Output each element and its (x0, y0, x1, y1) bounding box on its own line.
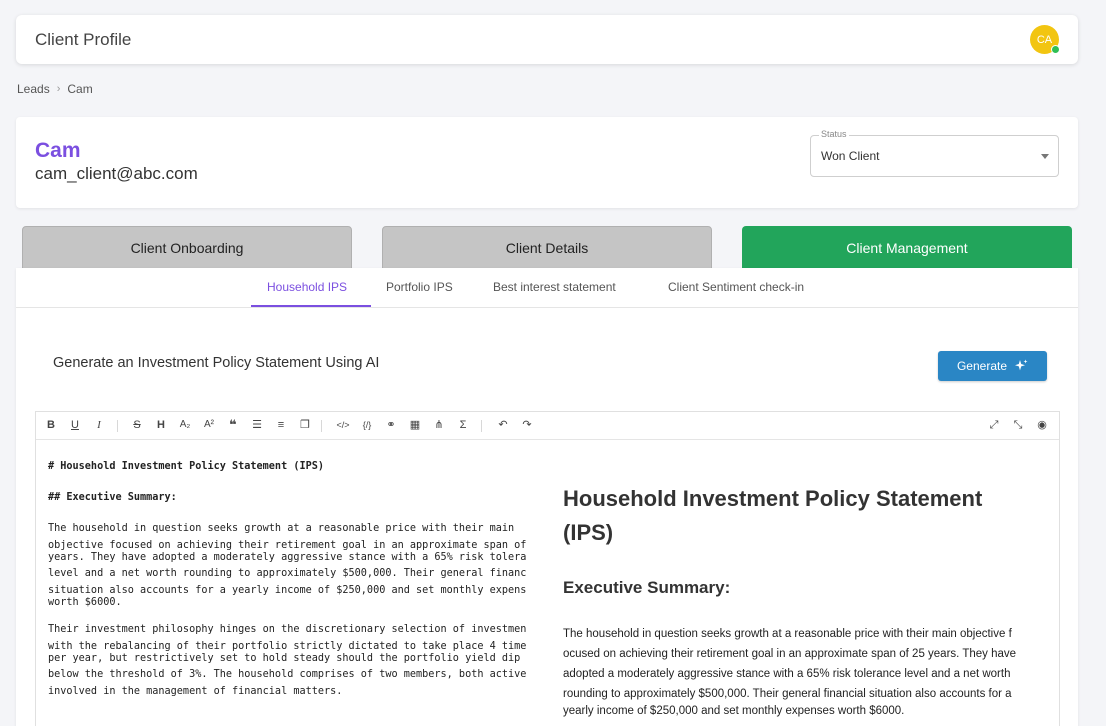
generate-heading: Generate an Investment Policy Statement … (53, 355, 380, 371)
toolbar-divider (481, 420, 482, 432)
md-line: Their investment philosophy hinges on th… (48, 624, 527, 635)
undo-icon[interactable]: ↶ (495, 418, 511, 432)
table-icon[interactable]: ▦ (407, 418, 423, 432)
md-line: years. They have adopted a moderately ag… (48, 552, 527, 563)
md-line: below the threshold of 3%. The household… (48, 669, 527, 680)
md-h1: # Household Investment Policy Statement … (48, 461, 325, 472)
code-block-icon[interactable]: {/} (359, 418, 375, 432)
superscript-icon[interactable]: A² (201, 418, 217, 432)
mermaid-icon[interactable]: ⋔ (431, 418, 447, 432)
md-paragraph-2: Their investment philosophy hinges on th… (48, 623, 548, 697)
breadcrumb-leads[interactable]: Leads (17, 82, 50, 96)
tab-portfolio-ips[interactable]: Portfolio IPS (386, 280, 453, 294)
preview-line: adopted a moderately aggressive stance w… (563, 668, 1011, 680)
step-client-details[interactable]: Client Details (382, 226, 712, 269)
editor-toolbar: B U I S H A₂ A² ❝ ☰ ≡ ❐ </> {/} ⚭ ▦ ⋔ Σ … (36, 412, 1059, 440)
md-paragraph-1: The household in question seeks growth a… (48, 522, 548, 608)
markdown-source[interactable]: # Household Investment Policy Statement … (48, 460, 548, 697)
md-line: level and a net worth rounding to approx… (48, 568, 527, 579)
tab-client-sentiment-check-in[interactable]: Client Sentiment check-in (668, 280, 804, 294)
formula-icon[interactable]: Σ (455, 418, 471, 432)
code-icon[interactable]: </> (335, 418, 351, 432)
preview-icon[interactable]: ◉ (1034, 418, 1050, 432)
tab-household-ips[interactable]: Household IPS (267, 280, 347, 294)
fit-screen-icon[interactable]: ⤡ (1010, 418, 1026, 432)
preview-line: The household in question seeks growth a… (563, 628, 1012, 640)
generate-button-label: Generate (956, 359, 1008, 373)
preview-line: ocused on achieving their retirement goa… (563, 648, 1017, 660)
markdown-editor[interactable]: B U I S H A₂ A² ❝ ☰ ≡ ❐ </> {/} ⚭ ▦ ⋔ Σ … (35, 411, 1060, 726)
avatar[interactable]: CA (1030, 25, 1060, 54)
numbered-list-icon[interactable]: ≡ (273, 418, 289, 432)
client-card: Cam cam_client@abc.com Status Won Client (16, 117, 1078, 208)
md-line: worth $6000. (48, 597, 122, 608)
preview-line: yearly income of $250,000 and set monthl… (563, 705, 905, 717)
italic-icon[interactable]: I (91, 418, 107, 432)
md-h2: ## Executive Summary: (48, 492, 177, 503)
toolbar-divider (117, 420, 118, 432)
online-status-dot (1051, 45, 1060, 54)
tab-best-interest-statement[interactable]: Best interest statement (493, 280, 616, 294)
strikethrough-icon[interactable]: S (129, 418, 145, 432)
preview-line: rounding to approximately $500,000. Thei… (563, 688, 1012, 700)
management-panel: Household IPS Portfolio IPS Best interes… (16, 268, 1078, 726)
breadcrumb-cam: Cam (67, 82, 93, 96)
underline-icon[interactable]: U (67, 418, 83, 432)
client-email: cam_client@abc.com (35, 164, 198, 183)
redo-icon[interactable]: ↷ (519, 418, 535, 432)
toolbar-divider (321, 420, 322, 432)
caret-down-icon (1041, 154, 1049, 159)
status-label: Status (819, 129, 849, 139)
md-line: situation also accounts for a yearly inc… (48, 585, 527, 596)
md-line: objective focused on achieving their ret… (48, 540, 527, 551)
step-client-management[interactable]: Client Management (742, 226, 1072, 269)
bold-icon[interactable]: B (43, 418, 59, 432)
markdown-preview: Household Investment Policy Statement (I… (563, 482, 1038, 718)
md-line: The household in question seeks growth a… (48, 523, 515, 534)
subscript-icon[interactable]: A₂ (177, 418, 193, 432)
quote-icon[interactable]: ❝ (225, 418, 241, 432)
status-value: Won Client (821, 149, 880, 163)
heading-icon[interactable]: H (153, 418, 169, 432)
md-line: involved in the management of financial … (48, 686, 343, 697)
link-icon[interactable]: ⚭ (383, 418, 399, 432)
status-select[interactable]: Status Won Client (810, 129, 1059, 177)
preview-h1: Household Investment Policy Statement (I… (563, 486, 983, 545)
checklist-icon[interactable]: ❐ (297, 418, 313, 432)
generate-button[interactable]: Generate (938, 351, 1047, 381)
md-line: per year, but restrictively set to hold … (48, 653, 521, 664)
step-client-onboarding[interactable]: Client Onboarding (22, 226, 352, 269)
fullscreen-icon[interactable]: ⤢ (986, 418, 1002, 432)
chevron-right-icon: › (56, 83, 61, 95)
top-bar: Client Profile CA (16, 15, 1078, 64)
breadcrumb: Leads › Cam (17, 82, 93, 96)
page-title: Client Profile (35, 30, 132, 49)
sparkle-icon (1015, 359, 1028, 371)
subtab-bar: Household IPS Portfolio IPS Best interes… (16, 268, 1078, 308)
preview-h2: Executive Summary: (563, 578, 731, 597)
bullet-list-icon[interactable]: ☰ (249, 418, 265, 432)
active-tab-indicator (251, 305, 371, 307)
preview-paragraph: The household in question seeks growth a… (563, 624, 1038, 718)
client-name: Cam (35, 139, 81, 162)
avatar-initials: CA (1036, 33, 1053, 46)
md-line: with the rebalancing of their portfolio … (48, 641, 527, 652)
